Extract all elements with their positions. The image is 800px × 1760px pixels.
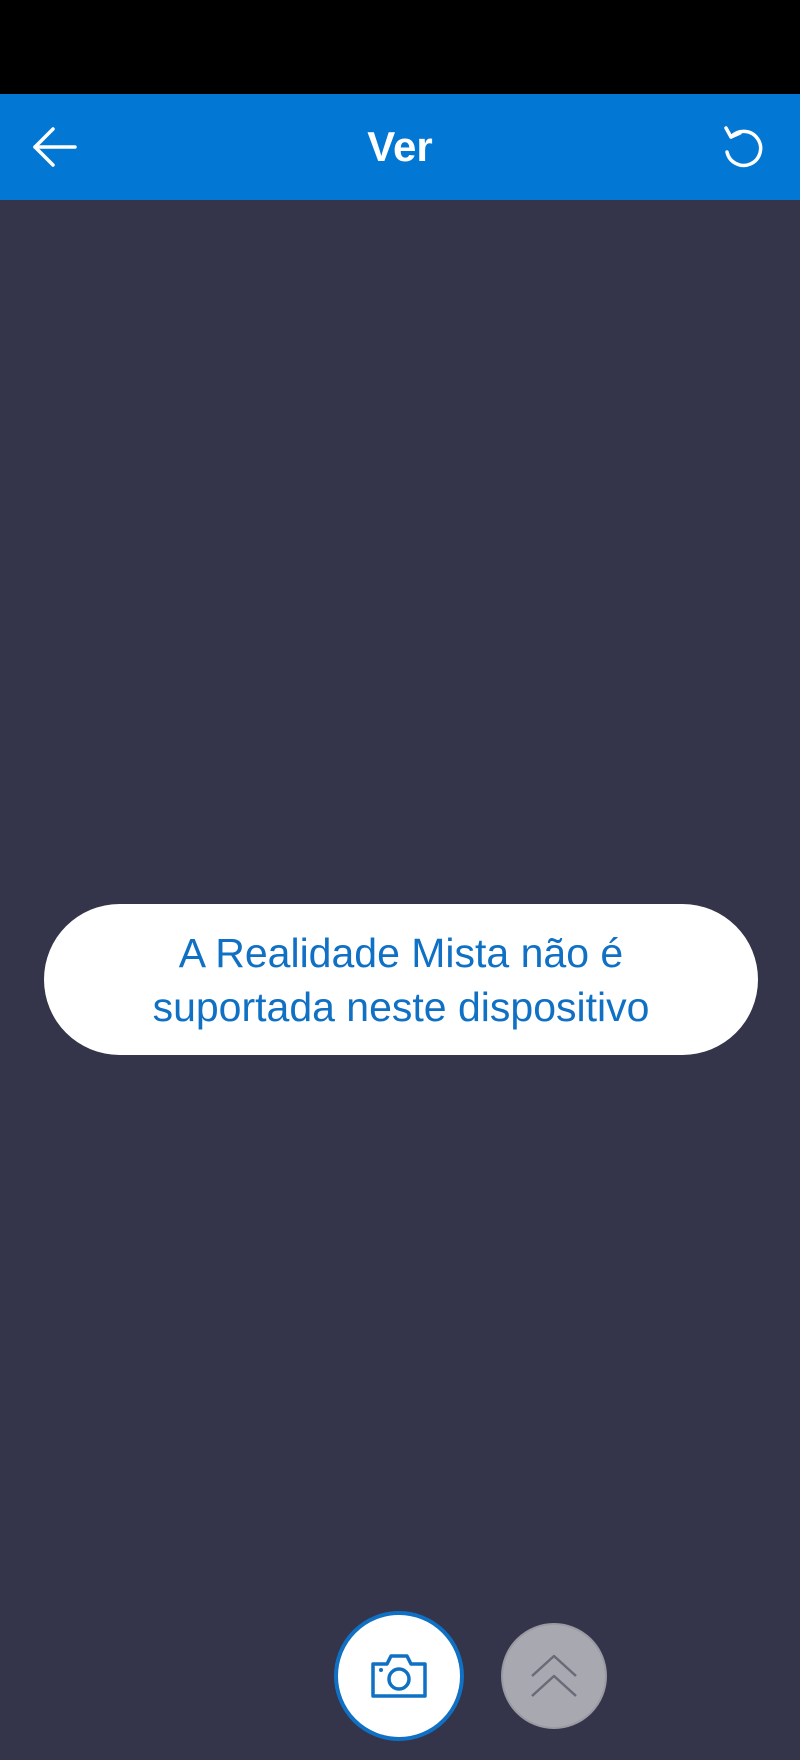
- status-bar: [0, 0, 800, 94]
- page-title: Ver: [367, 123, 433, 170]
- app-bar: Ver: [0, 94, 800, 200]
- expand-panel-button[interactable]: [501, 1623, 607, 1729]
- mixed-reality-view-screen: Ver A Realidade Mista não é suportada ne…: [0, 0, 800, 1760]
- chevron-double-up-icon: [531, 1654, 577, 1697]
- capture-photo-button[interactable]: [334, 1611, 464, 1741]
- reset-view-button[interactable]: [708, 112, 778, 182]
- toast-message: A Realidade Mista não é suportada neste …: [152, 929, 650, 1030]
- rotate-ccw-icon: [724, 126, 763, 168]
- camera-icon: [371, 1654, 427, 1698]
- unsupported-device-toast: A Realidade Mista não é suportada neste …: [44, 904, 758, 1055]
